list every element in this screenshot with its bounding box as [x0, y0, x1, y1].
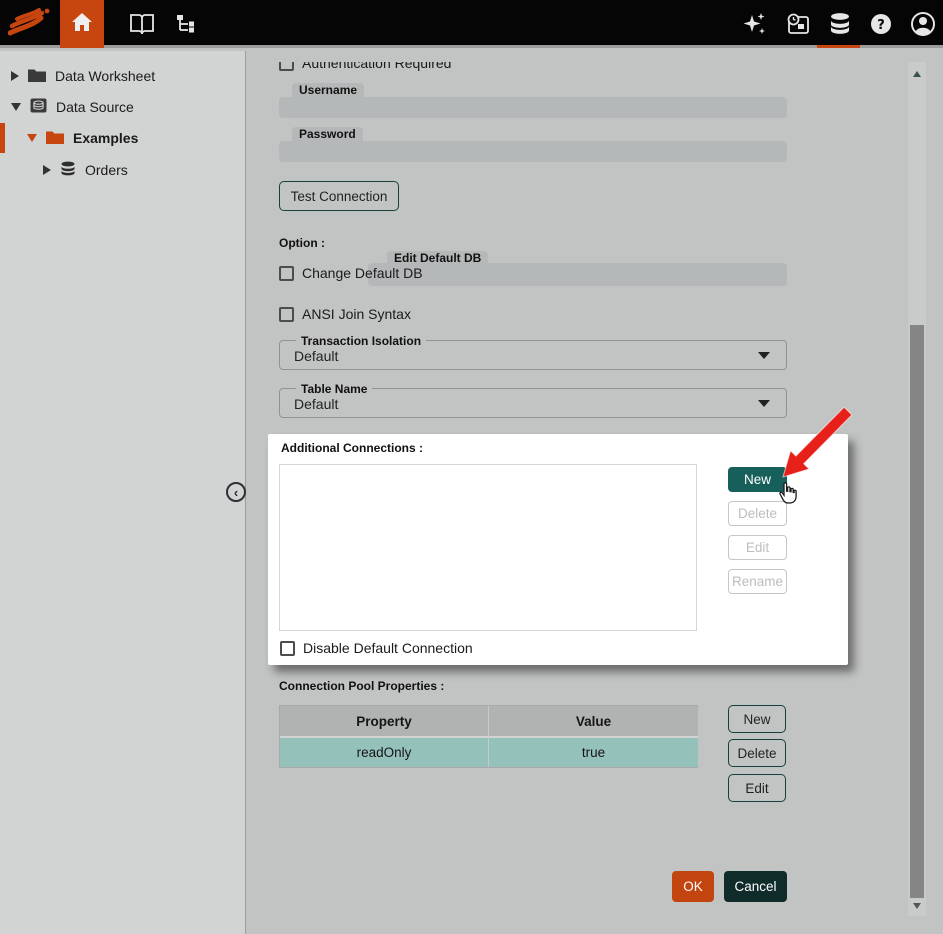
selected-item-bar — [0, 123, 5, 153]
tree-item-label: Examples — [73, 130, 138, 146]
auth-required-row: Authentication Required — [279, 62, 599, 73]
chevron-down-icon[interactable] — [27, 134, 37, 142]
password-field[interactable] — [279, 141, 787, 162]
option-heading: Option : — [279, 236, 325, 250]
column-header-property[interactable]: Property — [280, 706, 489, 736]
connections-delete-button[interactable]: Delete — [728, 501, 787, 526]
home-icon — [71, 12, 93, 37]
connections-rename-button[interactable]: Rename — [728, 569, 787, 594]
additional-connections-list[interactable] — [279, 464, 697, 631]
chevron-down-icon — [758, 400, 770, 407]
sidebar-item-orders[interactable]: Orders — [43, 156, 128, 184]
test-connection-button[interactable]: Test Connection — [279, 181, 399, 211]
change-default-db-label: Change Default DB — [302, 265, 423, 281]
app-window: ? Data Worksheet — [0, 0, 943, 934]
disable-default-connection-label: Disable Default Connection — [303, 640, 473, 656]
table-name-select[interactable]: Table Name Default — [279, 388, 787, 418]
chevron-left-icon: ‹ — [234, 485, 238, 500]
tree-icon[interactable] — [168, 0, 204, 48]
password-label: Password — [292, 127, 363, 141]
change-default-db-checkbox[interactable] — [279, 266, 294, 281]
transaction-isolation-value: Default — [294, 348, 338, 364]
ok-button[interactable]: OK — [672, 871, 714, 902]
scroll-down-icon[interactable] — [913, 903, 921, 909]
top-navbar: ? — [0, 0, 943, 48]
transaction-isolation-label: Transaction Isolation — [296, 334, 426, 348]
sidebar-item-examples[interactable]: Examples — [27, 124, 138, 152]
transaction-isolation-select[interactable]: Transaction Isolation Default — [279, 340, 787, 370]
connection-pool-table: Property Value readOnly true — [279, 705, 698, 768]
additional-connections-heading: Additional Connections : — [281, 441, 423, 455]
ansi-join-row: ANSI Join Syntax — [279, 306, 411, 322]
cell-value[interactable]: true — [489, 736, 698, 767]
sidebar-collapse-button[interactable]: ‹ — [226, 482, 246, 502]
authentication-required-label: Authentication Required — [302, 62, 451, 71]
disable-default-connection-checkbox[interactable] — [280, 641, 295, 656]
chevron-right-icon[interactable] — [11, 71, 19, 81]
tree-item-label: Data Worksheet — [55, 68, 155, 84]
table-name-label: Table Name — [296, 382, 372, 396]
help-icon[interactable]: ? — [866, 0, 896, 48]
pool-edit-button[interactable]: Edit — [728, 774, 786, 802]
connections-edit-button[interactable]: Edit — [728, 535, 787, 560]
folder-icon — [28, 68, 46, 85]
account-icon[interactable] — [907, 0, 939, 48]
change-default-db-row: Change Default DB — [279, 265, 423, 281]
tree-item-label: Data Source — [56, 99, 134, 115]
username-label: Username — [292, 83, 364, 97]
database-icon[interactable] — [825, 0, 855, 48]
scrollbar-thumb[interactable] — [910, 325, 924, 898]
sidebar-tree: Data Worksheet Data Source Examples — [0, 51, 246, 934]
cancel-button[interactable]: Cancel — [724, 871, 787, 902]
svg-text:?: ? — [877, 18, 885, 33]
additional-connections-panel: Additional Connections : New Delete Edit… — [268, 434, 848, 665]
cell-property[interactable]: readOnly — [280, 736, 489, 767]
chevron-down-icon[interactable] — [11, 103, 21, 111]
ansi-join-label: ANSI Join Syntax — [302, 306, 411, 322]
active-icon-underline — [817, 45, 860, 48]
pool-delete-button[interactable]: Delete — [728, 739, 786, 767]
data-source-settings-panel: Authentication Required Username Passwor… — [247, 51, 943, 934]
schedule-icon[interactable] — [783, 0, 813, 48]
chevron-down-icon — [758, 352, 770, 359]
home-tab[interactable] — [60, 0, 104, 48]
pool-new-button[interactable]: New — [728, 705, 786, 733]
tree-item-label: Orders — [85, 162, 128, 178]
authentication-required-checkbox[interactable] — [279, 62, 294, 71]
logo-swoosh-icon[interactable] — [4, 0, 56, 48]
username-field[interactable] — [279, 97, 787, 118]
column-header-value[interactable]: Value — [489, 706, 698, 736]
data-source-icon — [30, 98, 47, 116]
database-icon — [60, 161, 76, 180]
scroll-up-icon[interactable] — [913, 71, 921, 77]
book-icon[interactable] — [124, 0, 160, 48]
table-row[interactable]: readOnly true — [280, 736, 697, 767]
sidebar-item-data-worksheet[interactable]: Data Worksheet — [11, 62, 155, 90]
folder-icon — [46, 130, 64, 147]
sparkle-icon[interactable] — [740, 0, 770, 48]
table-header-row: Property Value — [280, 706, 697, 736]
connection-pool-heading: Connection Pool Properties : — [279, 679, 444, 693]
chevron-right-icon[interactable] — [43, 165, 51, 175]
connections-new-button[interactable]: New — [728, 467, 787, 492]
ansi-join-checkbox[interactable] — [279, 307, 294, 322]
edit-default-db-field[interactable] — [368, 263, 787, 286]
vertical-scrollbar[interactable] — [908, 62, 926, 916]
disable-default-connection-row: Disable Default Connection — [280, 640, 473, 656]
sidebar-item-data-source[interactable]: Data Source — [11, 93, 134, 121]
table-name-value: Default — [294, 396, 338, 412]
